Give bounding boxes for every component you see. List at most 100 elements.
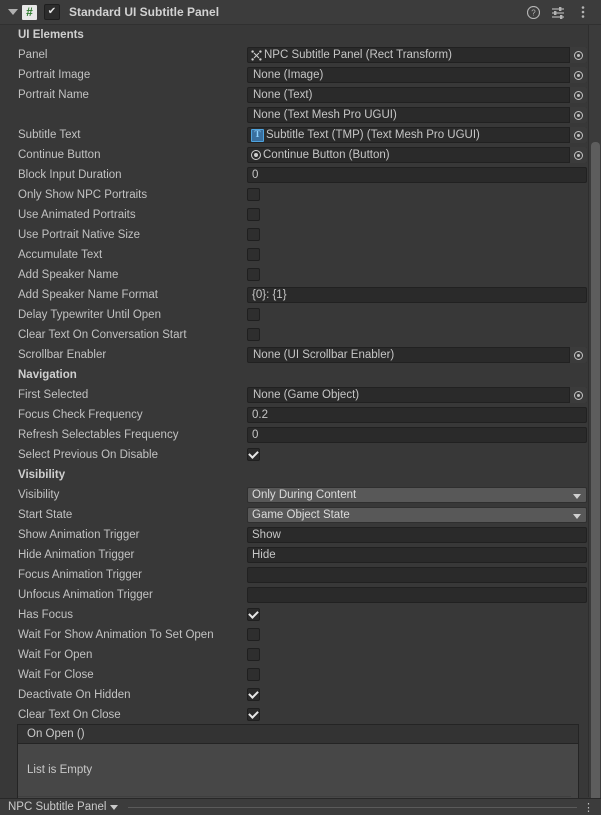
checkbox-select-previous-on-disable[interactable] (247, 448, 260, 461)
field-row-refresh-selectables-frequency: Refresh Selectables Frequency 0 (0, 425, 601, 445)
field-value: Continue Button (Button) (263, 149, 390, 161)
field-label: Start State (18, 509, 73, 521)
text-input-hide-animation-trigger[interactable]: Hide (247, 547, 587, 563)
text-input-add-speaker-name-format[interactable]: {0}: {1} (247, 287, 587, 303)
foldout-toggle-icon[interactable] (6, 5, 20, 19)
field-value (247, 587, 587, 603)
field-value: Hide (247, 547, 587, 563)
field-value: 0 (247, 427, 587, 443)
unity-event-list[interactable]: List is Empty (18, 744, 578, 799)
object-picker-button[interactable] (569, 87, 587, 103)
object-picker-button[interactable] (569, 127, 587, 143)
checkbox-use-animated-portraits[interactable] (247, 208, 260, 221)
field-row-visibility: Visibility Only During Content (0, 485, 601, 505)
kebab-menu-icon[interactable]: ⋮ (583, 801, 601, 814)
breadcrumb-rule (128, 806, 577, 808)
triangle-down-icon[interactable] (110, 804, 119, 810)
object-field-scrollbar-enabler[interactable]: None (UI Scrollbar Enabler) (247, 347, 587, 363)
section-header-visibility: Visibility (0, 465, 601, 485)
checkbox-wait-for-show-animation-to-set-open[interactable] (247, 628, 260, 641)
checkbox-wait-for-close[interactable] (247, 668, 260, 681)
field-value: None (Game Object) (253, 389, 360, 401)
field-label: Wait For Open (18, 649, 93, 661)
object-picker-button[interactable] (569, 47, 587, 63)
field-row-portrait-name-tmp: None (Text Mesh Pro UGUI) (0, 105, 601, 125)
unity-event-title: On Open () (18, 725, 578, 744)
svg-text:?: ? (531, 8, 536, 17)
text-input-unfocus-animation-trigger[interactable] (247, 587, 587, 603)
field-label: Wait For Close (18, 669, 94, 681)
checkbox-wait-for-open[interactable] (247, 648, 260, 661)
field-row-hide-animation-trigger: Hide Animation Trigger Hide (0, 545, 601, 565)
object-field-panel[interactable]: NPC Subtitle Panel (Rect Transform) (247, 47, 587, 63)
checkbox-use-portrait-native-size[interactable] (247, 228, 260, 241)
field-label: Clear Text On Conversation Start (18, 329, 187, 341)
checkbox-only-show-npc-portraits[interactable] (247, 188, 260, 201)
object-picker-button[interactable] (569, 347, 587, 363)
checkbox-has-focus[interactable] (247, 608, 260, 621)
field-label: Portrait Image (18, 69, 91, 81)
text-input-focus-animation-trigger[interactable] (247, 567, 587, 583)
field-label: Unfocus Animation Trigger (18, 589, 153, 601)
field-label: Focus Animation Trigger (18, 569, 143, 581)
component-header[interactable]: # ✔ Standard UI Subtitle Panel ? (0, 0, 601, 25)
field-label: Subtitle Text (18, 129, 81, 141)
preset-icon[interactable] (551, 5, 565, 19)
checkbox-clear-text-on-conversation-start[interactable] (247, 328, 260, 341)
help-icon[interactable]: ? (526, 5, 540, 19)
field-label: Select Previous On Disable (18, 449, 158, 461)
field-label: Has Focus (18, 609, 73, 621)
chevron-down-icon (573, 514, 581, 519)
field-value: Game Object State (252, 509, 350, 521)
object-picker-button[interactable] (569, 147, 587, 163)
field-row-subtitle-text: Subtitle Text T Subtitle Text (TMP) (Tex… (0, 125, 601, 145)
field-label: Clear Text On Close (18, 709, 121, 721)
number-input-focus-check-frequency[interactable]: 0.2 (247, 407, 587, 423)
field-label: Block Input Duration (18, 169, 122, 181)
component-enabled-checkbox[interactable]: ✔ (44, 4, 60, 20)
field-label: Hide Animation Trigger (18, 549, 135, 561)
scrollbar-thumb[interactable] (591, 142, 600, 814)
field-label: Deactivate On Hidden (18, 689, 131, 701)
checkbox-deactivate-on-hidden[interactable] (247, 688, 260, 701)
field-row-wait-for-close: Wait For Close (0, 665, 601, 685)
field-label: Add Speaker Name Format (18, 289, 158, 301)
object-field-portrait-name[interactable]: None (Text) (247, 87, 587, 103)
checkbox-add-speaker-name[interactable] (247, 268, 260, 281)
field-row-use-animated-portraits: Use Animated Portraits (0, 205, 601, 225)
text-input-show-animation-trigger[interactable]: Show (247, 527, 587, 543)
kebab-menu-icon[interactable] (576, 5, 590, 19)
object-field-portrait-image[interactable]: None (Image) (247, 67, 587, 83)
dropdown-visibility[interactable]: Only During Content (247, 487, 587, 503)
list-divider (18, 796, 571, 797)
tmp-icon: T (251, 128, 264, 142)
object-field-portrait-name-tmp[interactable]: None (Text Mesh Pro UGUI) (247, 107, 587, 123)
number-input-block-input-duration[interactable]: 0 (247, 167, 587, 183)
field-row-continue-button: Continue Button Continue Button (Button) (0, 145, 601, 165)
field-value: None (UI Scrollbar Enabler) (253, 349, 395, 361)
dropdown-start-state[interactable]: Game Object State (247, 507, 587, 523)
object-field-continue-button[interactable]: Continue Button (Button) (247, 147, 587, 163)
field-row-block-input-duration: Block Input Duration 0 (0, 165, 601, 185)
field-row-delay-typewriter-until-open: Delay Typewriter Until Open (0, 305, 601, 325)
field-label: First Selected (18, 389, 89, 401)
checkbox-clear-text-on-close[interactable] (247, 708, 260, 721)
field-label: Portrait Name (18, 89, 89, 101)
unity-event-on-open[interactable]: On Open () List is Empty (17, 724, 579, 800)
field-value: None (Text) (253, 89, 313, 101)
field-row-clear-text-on-conversation-start: Clear Text On Conversation Start (0, 325, 601, 345)
breadcrumb[interactable]: NPC Subtitle Panel (0, 801, 119, 813)
vertical-scrollbar[interactable] (588, 25, 601, 814)
number-input-refresh-selectables-frequency[interactable]: 0 (247, 427, 587, 443)
field-row-wait-for-show-animation-to-set-open: Wait For Show Animation To Set Open (0, 625, 601, 645)
checkbox-delay-typewriter-until-open[interactable] (247, 308, 260, 321)
field-value: None (Image) (253, 69, 324, 81)
checkbox-accumulate-text[interactable] (247, 248, 260, 261)
object-field-first-selected[interactable]: None (Game Object) (247, 387, 587, 403)
field-value: None (Text Mesh Pro UGUI) (253, 109, 397, 121)
section-title: UI Elements (18, 29, 84, 41)
object-picker-button[interactable] (569, 387, 587, 403)
object-field-subtitle-text[interactable]: T Subtitle Text (TMP) (Text Mesh Pro UGU… (247, 127, 587, 143)
object-picker-button[interactable] (569, 107, 587, 123)
object-picker-button[interactable] (569, 67, 587, 83)
